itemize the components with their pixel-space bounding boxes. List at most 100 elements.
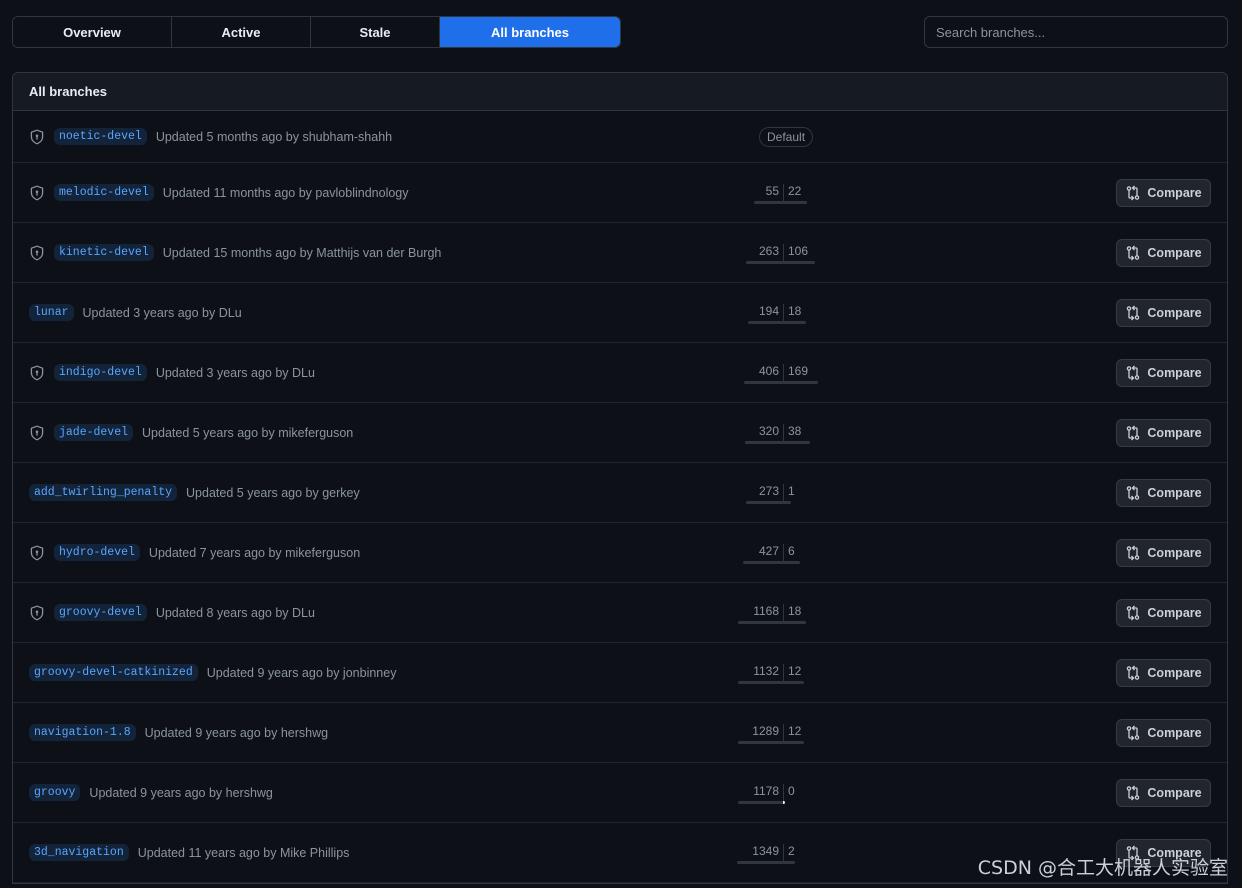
behind-bar bbox=[738, 621, 783, 624]
branch-updated-text: Updated 9 years ago by hershwg bbox=[89, 785, 273, 800]
compare-button[interactable]: Compare bbox=[1116, 239, 1211, 267]
behind-bar bbox=[737, 861, 783, 864]
ahead-count: 38 bbox=[788, 424, 802, 438]
branch-updated-text: Updated 7 years ago by mikeferguson bbox=[148, 545, 361, 560]
branch-name-link[interactable]: kinetic-devel bbox=[54, 244, 154, 261]
branch-name-link[interactable]: add_twirling_penalty bbox=[29, 484, 178, 501]
behind-count: 1132 bbox=[753, 664, 779, 678]
compare-button[interactable]: Compare bbox=[1116, 419, 1211, 447]
ahead-bar bbox=[783, 861, 795, 864]
ahead-behind-indicator: 194 18 bbox=[673, 283, 893, 342]
behind-bar bbox=[743, 561, 783, 564]
branch-info: add_twirling_penalty Updated 5 years ago … bbox=[29, 463, 360, 522]
shield-icon bbox=[29, 425, 45, 441]
branch-name-link[interactable]: navigation-1.8 bbox=[29, 724, 136, 741]
behind-bar bbox=[745, 261, 783, 264]
ahead-behind-divider bbox=[783, 664, 784, 682]
branch-name-link[interactable]: lunar bbox=[29, 304, 74, 321]
branch-row: lunar Updated 3 years ago by DLu 194 18 Comp… bbox=[13, 283, 1227, 343]
behind-count: 1178 bbox=[753, 784, 779, 798]
branch-updated-text: Updated 3 years ago by DLu bbox=[155, 365, 315, 380]
compare-button[interactable]: Compare bbox=[1116, 299, 1211, 327]
branch-row: noetic-devel Updated 5 months ago by shub… bbox=[13, 111, 1227, 163]
branch-info: lunar Updated 3 years ago by DLu bbox=[29, 283, 242, 342]
behind-bar bbox=[738, 681, 783, 684]
git-compare-icon bbox=[1125, 665, 1147, 681]
compare-label: Compare bbox=[1147, 186, 1202, 200]
git-compare-icon bbox=[1125, 725, 1147, 741]
ahead-behind-indicator: 55 22 bbox=[673, 163, 893, 222]
branch-name-link[interactable]: indigo-devel bbox=[54, 364, 147, 381]
tab-active[interactable]: Active bbox=[172, 17, 311, 47]
branch-name-link[interactable]: groovy-devel bbox=[54, 604, 147, 621]
behind-count: 55 bbox=[765, 184, 779, 198]
compare-button[interactable]: Compare bbox=[1116, 179, 1211, 207]
compare-button[interactable]: Compare bbox=[1116, 719, 1211, 747]
compare-label: Compare bbox=[1147, 786, 1202, 800]
branch-info: indigo-devel Updated 3 years ago by DLu bbox=[29, 343, 315, 402]
ahead-behind-divider bbox=[783, 544, 784, 562]
behind-count: 427 bbox=[758, 544, 779, 558]
branch-row: kinetic-devel Updated 15 months ago by Ma… bbox=[13, 223, 1227, 283]
behind-count: 406 bbox=[758, 364, 779, 378]
branch-name-link[interactable]: groovy bbox=[29, 784, 81, 801]
search-branches-input[interactable] bbox=[924, 16, 1228, 48]
behind-bar bbox=[745, 501, 783, 504]
ahead-count: 22 bbox=[788, 184, 802, 198]
branch-name-link[interactable]: melodic-devel bbox=[54, 184, 154, 201]
ahead-count: 18 bbox=[788, 304, 802, 318]
ahead-bar bbox=[783, 741, 804, 744]
ahead-bar bbox=[783, 381, 818, 384]
ahead-behind-divider bbox=[783, 484, 784, 502]
branch-updated-text: Updated 3 years ago by DLu bbox=[82, 305, 242, 320]
ahead-behind-indicator: 1168 18 bbox=[673, 583, 893, 642]
branch-row: jade-devel Updated 5 years ago by mikefer… bbox=[13, 403, 1227, 463]
ahead-behind-indicator: 320 38 bbox=[673, 403, 893, 462]
ahead-count: 1 bbox=[788, 484, 795, 498]
branch-updated-text: Updated 8 years ago by DLu bbox=[155, 605, 315, 620]
branch-name-link[interactable]: groovy-devel-catkinized bbox=[29, 664, 198, 681]
ahead-behind-divider bbox=[783, 304, 784, 322]
ahead-behind-divider bbox=[783, 604, 784, 622]
tab-overview[interactable]: Overview bbox=[13, 17, 172, 47]
branch-info: groovy-devel Updated 8 years ago by DLu bbox=[29, 583, 315, 642]
compare-button[interactable]: Compare bbox=[1116, 659, 1211, 687]
compare-button[interactable]: Compare bbox=[1116, 479, 1211, 507]
compare-label: Compare bbox=[1147, 606, 1202, 620]
branch-name-link[interactable]: hydro-devel bbox=[54, 544, 140, 561]
behind-bar bbox=[754, 201, 783, 204]
ahead-count: 0 bbox=[788, 784, 795, 798]
branch-list: noetic-devel Updated 5 months ago by shub… bbox=[13, 111, 1227, 883]
ahead-behind-indicator: 1349 2 bbox=[673, 823, 893, 882]
branch-updated-text: Updated 9 years ago by hershwg bbox=[144, 725, 329, 740]
compare-button[interactable]: Compare bbox=[1116, 779, 1211, 807]
shield-icon bbox=[29, 185, 45, 201]
compare-button[interactable]: Compare bbox=[1116, 599, 1211, 627]
branch-info: hydro-devel Updated 7 years ago by mikefe… bbox=[29, 523, 360, 582]
shield-icon bbox=[29, 245, 45, 261]
branch-info: jade-devel Updated 5 years ago by mikefer… bbox=[29, 403, 353, 462]
behind-bar bbox=[744, 441, 783, 444]
ahead-behind-divider bbox=[783, 244, 784, 262]
branch-filter-tabs: Overview Active Stale All branches bbox=[12, 16, 621, 48]
shield-icon bbox=[29, 545, 45, 561]
branch-info: noetic-devel Updated 5 months ago by shub… bbox=[29, 111, 392, 162]
branch-name-link[interactable]: jade-devel bbox=[54, 424, 134, 441]
compare-button[interactable]: Compare bbox=[1116, 359, 1211, 387]
ahead-bar bbox=[783, 441, 810, 444]
compare-button[interactable]: Compare bbox=[1116, 539, 1211, 567]
branch-name-link[interactable]: 3d_navigation bbox=[29, 844, 129, 861]
tab-stale[interactable]: Stale bbox=[311, 17, 440, 47]
branch-updated-text: Updated 5 months ago by shubham-shahh bbox=[155, 129, 393, 144]
branch-info: groovy-devel-catkinized Updated 9 years a… bbox=[29, 643, 396, 702]
behind-count: 273 bbox=[758, 484, 779, 498]
ahead-behind-indicator: 263 106 bbox=[673, 223, 893, 282]
compare-label: Compare bbox=[1147, 366, 1202, 380]
shield-icon bbox=[29, 605, 45, 621]
git-compare-icon bbox=[1125, 545, 1147, 561]
ahead-bar bbox=[783, 681, 804, 684]
behind-bar bbox=[737, 741, 783, 744]
branch-name-link[interactable]: noetic-devel bbox=[54, 128, 147, 145]
tab-all-branches[interactable]: All branches bbox=[440, 17, 620, 47]
watermark: CSDN @合工大机器人实验室 bbox=[977, 857, 1228, 879]
